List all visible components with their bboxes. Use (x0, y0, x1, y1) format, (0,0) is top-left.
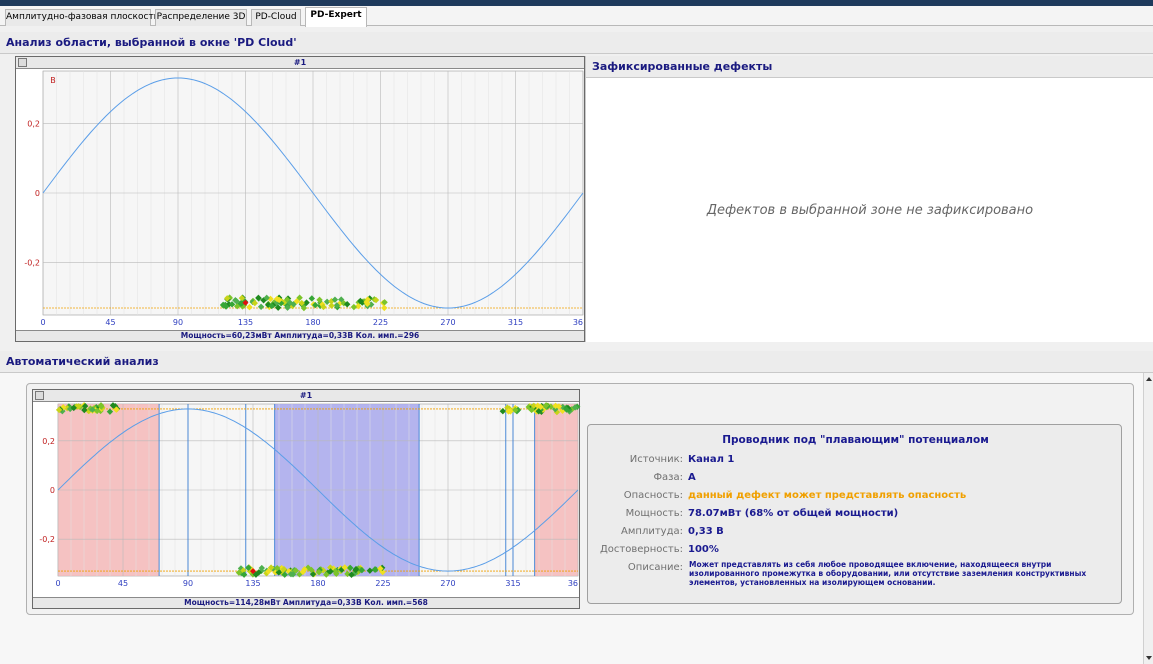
info-row-danger: Опасность: данный дефект может представл… (588, 488, 1123, 504)
x-tick-label: 0 (55, 579, 60, 588)
info-row-phase: Фаза: A (588, 470, 1123, 486)
y-unit-label: В (50, 76, 56, 85)
x-tick-label: 180 (305, 318, 320, 327)
y-tick-label: 0,2 (27, 119, 40, 128)
x-tick-label: 315 (505, 579, 520, 588)
chart-title: #1 (33, 390, 579, 402)
x-tick-label: 315 (508, 318, 523, 327)
y-tick-label: -0,2 (39, 535, 55, 544)
tab-strip: Амплитудно-фазовая плоскость Распределен… (0, 6, 1153, 27)
x-tick-label: 36 (573, 318, 583, 327)
tab-pd-expert[interactable]: PD-Expert (305, 7, 367, 27)
scroll-up-icon[interactable] (1146, 377, 1152, 381)
vertical-scrollbar[interactable] (1143, 373, 1153, 664)
info-label: Фаза: (653, 472, 683, 483)
info-label: Описание: (627, 562, 683, 573)
pd-chart-cloud[interactable]: #1 0 45 90 135 180 225 270 315 36 0,2 0 -0,2 В Мощно… (15, 56, 585, 342)
scroll-down-icon[interactable] (1146, 656, 1152, 660)
info-value-danger: данный дефект может представлять опаснос… (688, 490, 967, 501)
info-label: Опасность: (623, 490, 683, 501)
info-row-source: Источник: Канал 1 (588, 452, 1123, 468)
x-tick-label: 225 (373, 318, 388, 327)
y-tick-label: 0,2 (42, 437, 55, 446)
tab-pd-cloud[interactable]: PD-Cloud (251, 9, 301, 26)
x-tick-label: 270 (440, 318, 455, 327)
pd-chart-auto[interactable]: #1 0 45 90 135 180 225 270 315 36 0,2 0 -0,2 Мощнос… (32, 389, 581, 609)
defects-panel: Зафиксированные дефекты Дефектов в выбра… (585, 56, 1153, 342)
x-tick-label: 180 (310, 579, 325, 588)
y-tick-label: 0 (35, 189, 40, 198)
x-tick-label: 90 (173, 318, 183, 327)
save-icon[interactable] (18, 58, 27, 67)
x-tick-label: 90 (183, 579, 193, 588)
save-icon[interactable] (35, 391, 44, 400)
info-row-description: Описание: Может представлять из себя люб… (588, 560, 1123, 600)
x-tick-label: 135 (245, 579, 260, 588)
defects-empty-message: Дефектов в выбранной зоне не зафиксирова… (706, 203, 1034, 218)
x-tick-label: 135 (238, 318, 253, 327)
auto-analysis-header: Автоматический анализ (0, 351, 1153, 373)
x-tick-label: 45 (105, 318, 115, 327)
tab-distribution-3d[interactable]: Распределение 3D (155, 9, 247, 26)
info-row-reliability: Достоверность: 100% (588, 542, 1123, 558)
x-tick-label: 45 (118, 579, 128, 588)
chart-plot-area: 0 45 90 135 180 225 270 315 36 0,2 0 -0,2 (39, 402, 581, 588)
info-value: 100% (688, 544, 719, 555)
info-value: A (688, 472, 696, 483)
tab-amplitude-phase[interactable]: Амплитудно-фазовая плоскость (5, 9, 159, 26)
x-tick-label: 0 (40, 318, 45, 327)
chart-plot-area: 0 45 90 135 180 225 270 315 36 0,2 0 -0,2 В (24, 70, 584, 327)
y-tick-label: -0,2 (24, 259, 40, 268)
info-label: Достоверность: (599, 544, 683, 555)
description-text: Может представлять из себя любое проводя… (689, 560, 1087, 587)
info-label: Мощность: (625, 508, 683, 519)
info-label: Амплитуда: (621, 526, 683, 537)
x-tick-label: 270 (440, 579, 455, 588)
analysis-info-panel: Проводник под "плавающим" потенциалом Ис… (587, 424, 1122, 604)
y-tick-label: 0 (50, 486, 55, 495)
defect-type-title: Проводник под "плавающим" потенциалом (722, 434, 989, 446)
chart-title: #1 (16, 57, 584, 69)
info-row-power: Мощность: 78.07мВт (68% от общей мощност… (588, 506, 1123, 522)
x-tick-label: 36 (568, 579, 578, 588)
info-row-amplitude: Амплитуда: 0,33 В (588, 524, 1123, 540)
info-value: 78.07мВт (68% от общей мощности) (688, 508, 899, 519)
chart-footer: Мощность=60,23мВт Амплитуда=0,33В Кол. и… (16, 330, 584, 341)
chart-footer: Мощность=114,28мВт Амплитуда=0,33В Кол. … (33, 597, 579, 608)
x-tick-label: 225 (375, 579, 390, 588)
info-value: Канал 1 (688, 454, 735, 465)
defects-header: Зафиксированные дефекты (586, 56, 1153, 78)
info-label: Источник: (629, 454, 683, 465)
cloud-analysis-header: Анализ области, выбранной в окне 'PD Clo… (0, 32, 1153, 54)
info-value: 0,33 В (688, 526, 724, 537)
